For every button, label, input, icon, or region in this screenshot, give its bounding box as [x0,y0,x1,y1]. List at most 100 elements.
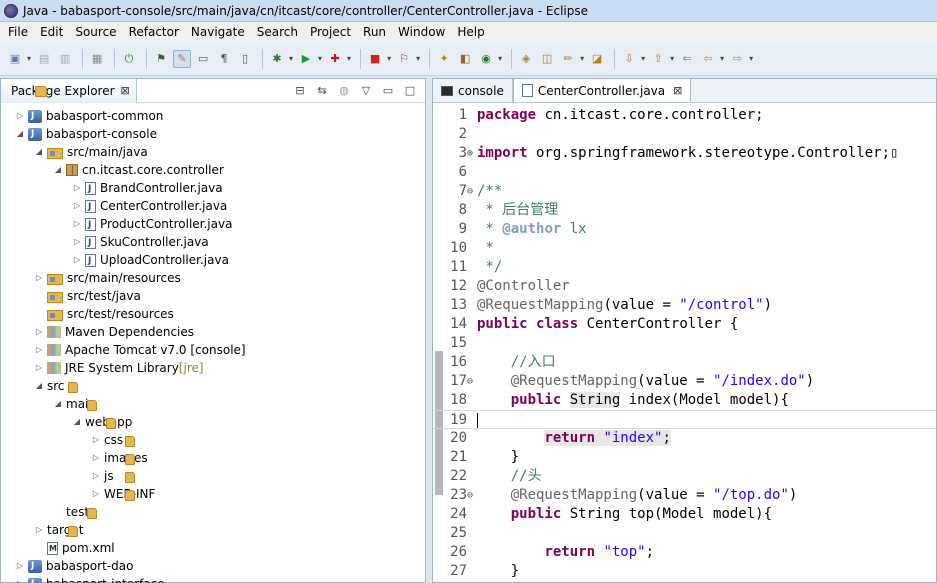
back-icon[interactable]: ⇦ [699,50,717,68]
tab-package-explorer[interactable]: Package Explorer ⊠ [1,78,137,103]
menu-search[interactable]: Search [251,22,304,42]
tree-item[interactable]: ◢ babasport-console [15,125,157,143]
menu-help[interactable]: Help [451,22,490,42]
new-java-project-icon[interactable]: ✦ [435,50,453,68]
tab-centercontroller-java[interactable]: CenterController.java ⊠ [512,79,692,102]
collapsed-arrow-icon[interactable]: ▷ [72,179,82,197]
expanded-arrow-icon[interactable]: ◢ [53,395,63,413]
menu-source[interactable]: Source [69,22,122,42]
print-icon[interactable]: ▦ [88,50,106,68]
tree-item[interactable]: ◢webapp [72,413,132,431]
menu-project[interactable]: Project [304,22,357,42]
open-resource-icon[interactable]: ◪ [588,50,606,68]
focus-task-icon[interactable]: ◍ [335,82,353,100]
tree-item[interactable]: ▷WEB-INF [91,485,156,503]
previous-annotation-dropdown-icon[interactable]: ▾ [670,54,674,63]
tree-item[interactable]: ▷ src/main/resources [34,269,181,287]
tab-console[interactable]: console [433,79,513,102]
debug-icon[interactable]: ✱ [268,50,286,68]
collapse-fold-icon[interactable]: ⊖ [467,486,477,505]
save-icon[interactable]: ▤ [35,50,53,68]
expanded-arrow-icon[interactable]: ◢ [53,161,63,179]
collapsed-arrow-icon[interactable]: ▷ [34,323,44,341]
tree-item[interactable]: ▷ Maven Dependencies [34,323,194,341]
toggle-word-wrap-icon[interactable]: ▯ [236,50,254,68]
menu-window[interactable]: Window [392,22,451,42]
expanded-arrow-icon[interactable]: ◢ [15,125,25,143]
publish-icon[interactable]: ⚐ [395,50,413,68]
forward-icon[interactable]: ⇨ [728,50,746,68]
publish-dropdown-icon[interactable]: ▾ [416,54,420,63]
menu-run[interactable]: Run [357,22,392,42]
tree-item[interactable]: ▷ SkuController.java [72,233,209,252]
mark-occurrences-icon[interactable]: ✎ [173,49,192,68]
forward-dropdown-icon[interactable]: ▾ [749,54,753,63]
menu-navigate[interactable]: Navigate [185,22,251,42]
collapse-all-icon[interactable]: ⊟ [291,82,309,100]
run-icon[interactable]: ▶ [297,50,315,68]
expanded-arrow-icon[interactable]: ◢ [72,413,82,431]
collapse-fold-icon[interactable]: ⊖ [467,182,477,201]
tree-item[interactable]: ◢ main [53,395,97,413]
collapsed-arrow-icon[interactable]: ▷ [72,251,82,269]
tree-item[interactable]: ▷images [91,449,148,467]
collapsed-arrow-icon[interactable]: ▷ [91,449,101,467]
search-dropdown-icon[interactable]: ▾ [580,54,584,63]
tree-item[interactable]: src/test/resources [34,305,174,323]
tree-item[interactable]: ▷ babasport-dao [15,557,134,575]
last-edit-location-icon[interactable]: ⇐ [678,50,696,68]
new-class-dropdown-icon[interactable]: ▾ [498,54,502,63]
previous-annotation-icon[interactable]: ⇧ [649,50,667,68]
expanded-arrow-icon[interactable]: ◢ [34,377,44,395]
collapsed-arrow-icon[interactable]: ▷ [34,521,44,539]
close-icon[interactable]: ⊠ [121,84,130,97]
tree-item[interactable]: ▷ BrandController.java [72,179,223,198]
tree-item[interactable]: ▷ JRE System Library [jre] [34,359,204,377]
minimize-icon[interactable]: ▭ [379,82,397,100]
open-task-icon[interactable]: ◫ [538,50,556,68]
collapsed-arrow-icon[interactable]: ▷ [91,431,101,449]
close-tab-icon[interactable]: ⊠ [673,84,682,97]
external-tools-icon[interactable]: ✚ [326,50,344,68]
tree-item[interactable]: ▷ babasport-interface [15,575,165,583]
new-dropdown-icon[interactable]: ▾ [27,54,31,63]
tree-item[interactable]: ▷ Apache Tomcat v7.0 [console] [34,341,246,359]
new-class-icon[interactable]: ◉ [477,50,495,68]
tree-item[interactable]: ▷ css [91,431,135,449]
block-selection-icon[interactable]: ▭ [194,50,212,68]
show-whitespace-icon[interactable]: ¶ [215,50,233,68]
view-menu-icon[interactable]: ▽ [357,82,375,100]
tree-item[interactable]: ◢ src/main/java [34,143,148,161]
tree-item[interactable]: test [53,503,97,521]
expand-fold-icon[interactable]: ⊕ [467,144,477,163]
collapsed-arrow-icon[interactable]: ▷ [91,467,101,485]
menu-edit[interactable]: Edit [34,22,69,42]
tree-item[interactable]: ▷ target [34,521,84,539]
collapsed-arrow-icon[interactable]: ▷ [15,557,25,575]
maximize-icon[interactable]: □ [401,82,419,100]
collapse-fold-icon[interactable]: ⊖ [467,372,477,391]
tree-item[interactable]: pom.xml [34,539,115,558]
stop-server-icon[interactable]: ■ [366,50,384,68]
search-icon[interactable]: ✏ [559,50,577,68]
stop-dropdown-icon[interactable]: ▾ [387,54,391,63]
collapsed-arrow-icon[interactable]: ▷ [72,197,82,215]
collapsed-arrow-icon[interactable]: ▷ [34,341,44,359]
next-annotation-dropdown-icon[interactable]: ▾ [641,54,645,63]
tree-item[interactable]: src/test/java [34,287,141,305]
tree-item[interactable]: ▷ ProductController.java [72,215,233,234]
collapsed-arrow-icon[interactable]: ▷ [72,233,82,251]
new-icon[interactable]: ▣ [6,50,24,68]
tree-item[interactable]: ▷ babasport-common [15,107,163,125]
collapsed-arrow-icon[interactable]: ▷ [91,485,101,503]
tree-item[interactable]: ◢ cn.itcast.core.controller [53,161,224,179]
toggle-breadcrumb-icon[interactable]: ⚑ [152,50,170,68]
expanded-arrow-icon[interactable]: ◢ [34,143,44,161]
tree-item[interactable]: ▷ js [91,467,135,485]
back-dropdown-icon[interactable]: ▾ [720,54,724,63]
debug-dropdown-icon[interactable]: ▾ [289,54,293,63]
save-all-icon[interactable]: ▥ [56,50,74,68]
next-annotation-icon[interactable]: ⇩ [620,50,638,68]
code-editor[interactable]: 1 package cn.itcast.core.controller; 2 3 ⊕ im… [433,105,936,582]
open-type-icon[interactable]: ◈ [517,50,535,68]
